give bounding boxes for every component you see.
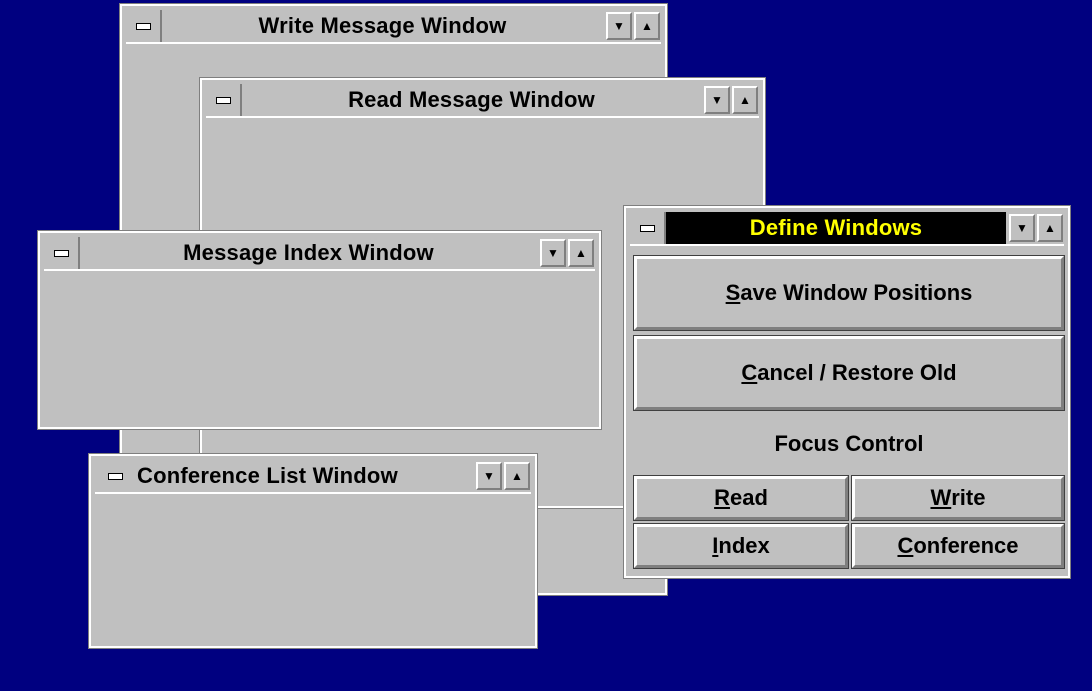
- system-menu-icon: [215, 96, 231, 104]
- system-menu-button[interactable]: [95, 460, 135, 492]
- read-label: ead: [729, 485, 768, 510]
- cancel-restore-old-button[interactable]: Cancel / Restore Old: [633, 335, 1065, 411]
- index-window-client: [46, 271, 593, 421]
- message-index-window[interactable]: Message Index Window ▼ ▲: [37, 230, 602, 430]
- maximize-icon[interactable]: ▲: [1037, 214, 1063, 242]
- system-menu-icon: [107, 472, 123, 480]
- system-menu-icon: [53, 249, 69, 257]
- define-window-title: Define Windows: [666, 212, 1006, 244]
- cancel-label: ancel / Restore Old: [757, 360, 957, 385]
- system-menu-button[interactable]: [630, 212, 666, 244]
- conference-window-client: [97, 494, 529, 640]
- focus-conference-button[interactable]: Conference: [851, 523, 1065, 569]
- read-window-title: Read Message Window: [348, 87, 595, 112]
- write-mnemonic: W: [930, 485, 952, 510]
- index-label: ndex: [718, 533, 770, 558]
- conference-window-titlebar[interactable]: Conference List Window ▼ ▲: [95, 460, 531, 494]
- focus-read-button[interactable]: Read: [633, 475, 849, 521]
- conference-mnemonic: C: [897, 533, 914, 558]
- index-window-title: Message Index Window: [183, 240, 434, 265]
- minimize-icon[interactable]: ▼: [606, 12, 632, 40]
- minimize-icon[interactable]: ▼: [476, 462, 502, 490]
- save-label: ave Window Positions: [740, 280, 973, 305]
- conference-label: onference: [913, 533, 1019, 558]
- maximize-icon[interactable]: ▲: [568, 239, 594, 267]
- maximize-icon[interactable]: ▲: [634, 12, 660, 40]
- write-window-title: Write Message Window: [258, 13, 507, 38]
- define-windows-dialog[interactable]: Define Windows ▼ ▲ Save Window Positions…: [623, 205, 1071, 579]
- minimize-icon[interactable]: ▼: [540, 239, 566, 267]
- conference-list-window[interactable]: Conference List Window ▼ ▲: [88, 453, 538, 649]
- system-menu-button[interactable]: [126, 10, 162, 42]
- write-label: rite: [951, 485, 986, 510]
- write-window-titlebar[interactable]: Write Message Window ▼ ▲: [126, 10, 661, 44]
- minimize-icon[interactable]: ▼: [1009, 214, 1035, 242]
- index-window-titlebar[interactable]: Message Index Window ▼ ▲: [44, 237, 595, 271]
- save-window-positions-button[interactable]: Save Window Positions: [633, 255, 1065, 331]
- save-mnemonic: S: [725, 280, 741, 305]
- conference-window-title: Conference List Window: [137, 463, 398, 488]
- define-window-titlebar[interactable]: Define Windows ▼ ▲: [630, 212, 1064, 246]
- read-window-titlebar[interactable]: Read Message Window ▼ ▲: [206, 84, 759, 118]
- maximize-icon[interactable]: ▲: [732, 86, 758, 114]
- maximize-icon[interactable]: ▲: [504, 462, 530, 490]
- focus-control-label: Focus Control: [774, 431, 924, 456]
- cancel-mnemonic: C: [741, 360, 758, 385]
- system-menu-button[interactable]: [206, 84, 242, 116]
- system-menu-icon: [135, 22, 151, 30]
- focus-write-button[interactable]: Write: [851, 475, 1065, 521]
- minimize-icon[interactable]: ▼: [704, 86, 730, 114]
- system-menu-icon: [639, 224, 655, 232]
- focus-index-button[interactable]: Index: [633, 523, 849, 569]
- read-mnemonic: R: [714, 485, 730, 510]
- system-menu-button[interactable]: [44, 237, 80, 269]
